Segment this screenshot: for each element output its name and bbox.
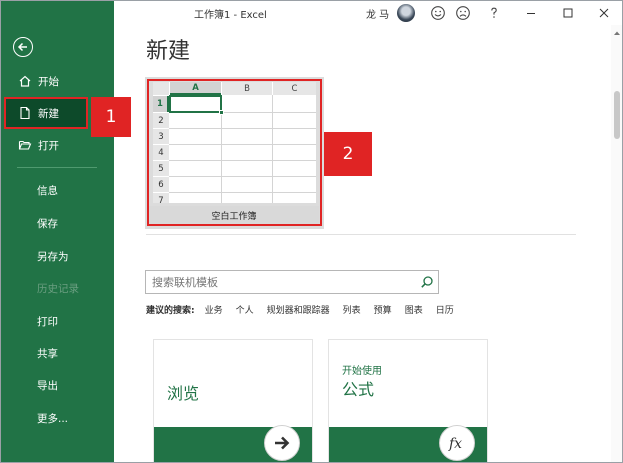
maximize-icon[interactable] <box>560 5 576 21</box>
new-document-icon <box>20 106 30 120</box>
sidebar-item-label: 共享 <box>37 347 58 360</box>
suggested-searches: 建议的搜索: 业务 个人 规划器和跟踪器 列表 预算 图表 日历 <box>146 303 467 316</box>
search-input[interactable] <box>152 273 407 291</box>
sidebar-item-home[interactable]: 开始 <box>1 67 114 95</box>
callout-badge-2: 2 <box>324 132 372 176</box>
browse-tour-card[interactable]: 浏览 <box>153 339 313 462</box>
sidebar-item-share[interactable]: 共享 <box>1 339 114 367</box>
sidebar-item-new[interactable]: 新建 <box>4 97 88 129</box>
card-title: 浏览 <box>167 384 200 403</box>
sidebar-item-label: 另存为 <box>37 250 69 263</box>
scrollbar-thumb[interactable] <box>614 91 620 139</box>
sidebar-item-label: 打开 <box>38 139 59 152</box>
sidebar-item-print[interactable]: 打印 <box>1 307 114 335</box>
sidebar-item-history: 历史记录 <box>1 274 114 302</box>
sidebar-item-label: 历史记录 <box>37 282 79 295</box>
sidebar-item-label: 开始 <box>38 75 59 88</box>
sidebar-item-more[interactable]: 更多... <box>1 404 114 432</box>
suggested-search-link[interactable]: 日历 <box>436 303 454 316</box>
sidebar-item-label: 新建 <box>38 107 59 120</box>
help-icon[interactable] <box>486 5 502 21</box>
scroll-up-icon[interactable] <box>613 29 621 37</box>
search-icon[interactable] <box>420 275 434 289</box>
excel-backstage-window: 开始 新建 打开 信息 保存 另存为 历史记录 打印 共享 导出 更多... 1… <box>0 0 623 463</box>
sidebar-item-label: 打印 <box>37 315 58 328</box>
sidebar-item-export[interactable]: 导出 <box>1 371 114 399</box>
window-title: 工作簿1 - Excel <box>194 10 267 21</box>
user-name[interactable]: 龙 马 <box>366 6 389 21</box>
svg-text:fx: fx <box>448 436 462 452</box>
smile-icon[interactable] <box>430 5 446 21</box>
open-folder-icon <box>18 140 32 150</box>
sidebar-item-save[interactable]: 保存 <box>1 209 114 237</box>
formula-tutorial-card[interactable]: 开始使用 公式 fx <box>328 339 488 462</box>
home-icon <box>19 75 31 87</box>
suggested-search-link[interactable]: 列表 <box>343 303 361 316</box>
sidebar-item-label: 保存 <box>37 217 58 230</box>
sidebar-item-info[interactable]: 信息 <box>1 176 114 204</box>
frown-icon[interactable] <box>455 5 471 21</box>
arrow-right-icon <box>264 425 300 461</box>
suggested-search-link[interactable]: 规划器和跟踪器 <box>267 303 330 316</box>
sidebar-item-label: 信息 <box>37 184 58 197</box>
sidebar-item-label: 更多... <box>37 412 69 425</box>
back-arrow-icon[interactable] <box>13 37 33 57</box>
close-icon[interactable] <box>596 5 612 21</box>
card-title: 公式 <box>342 380 375 399</box>
sidebar-item-save-as[interactable]: 另存为 <box>1 242 114 270</box>
callout-highlight-box <box>147 79 322 226</box>
card-subtitle: 开始使用 <box>342 366 382 377</box>
backstage-sidebar: 开始 新建 打开 信息 保存 另存为 历史记录 打印 共享 导出 更多... <box>1 1 114 462</box>
title-bar: 工作簿1 - Excel 龙 马 <box>114 1 622 25</box>
suggested-search-link[interactable]: 预算 <box>374 303 392 316</box>
suggested-searches-label: 建议的搜索: <box>146 306 195 316</box>
template-search-box[interactable] <box>145 270 439 294</box>
section-divider <box>146 234 576 235</box>
suggested-search-link[interactable]: 图表 <box>405 303 423 316</box>
function-icon: fx <box>439 425 475 461</box>
new-page: 新建 A B C 1 2 3 4 5 6 7 空白工作簿 2 搜索联机模板 建议… <box>114 25 611 462</box>
suggested-search-link[interactable]: 个人 <box>236 303 254 316</box>
page-title: 新建 <box>146 39 191 64</box>
minimize-icon[interactable] <box>523 5 539 21</box>
sidebar-item-label: 导出 <box>37 379 58 392</box>
avatar[interactable] <box>397 4 415 22</box>
suggested-search-link[interactable]: 业务 <box>205 303 223 316</box>
sidebar-divider <box>17 167 97 168</box>
